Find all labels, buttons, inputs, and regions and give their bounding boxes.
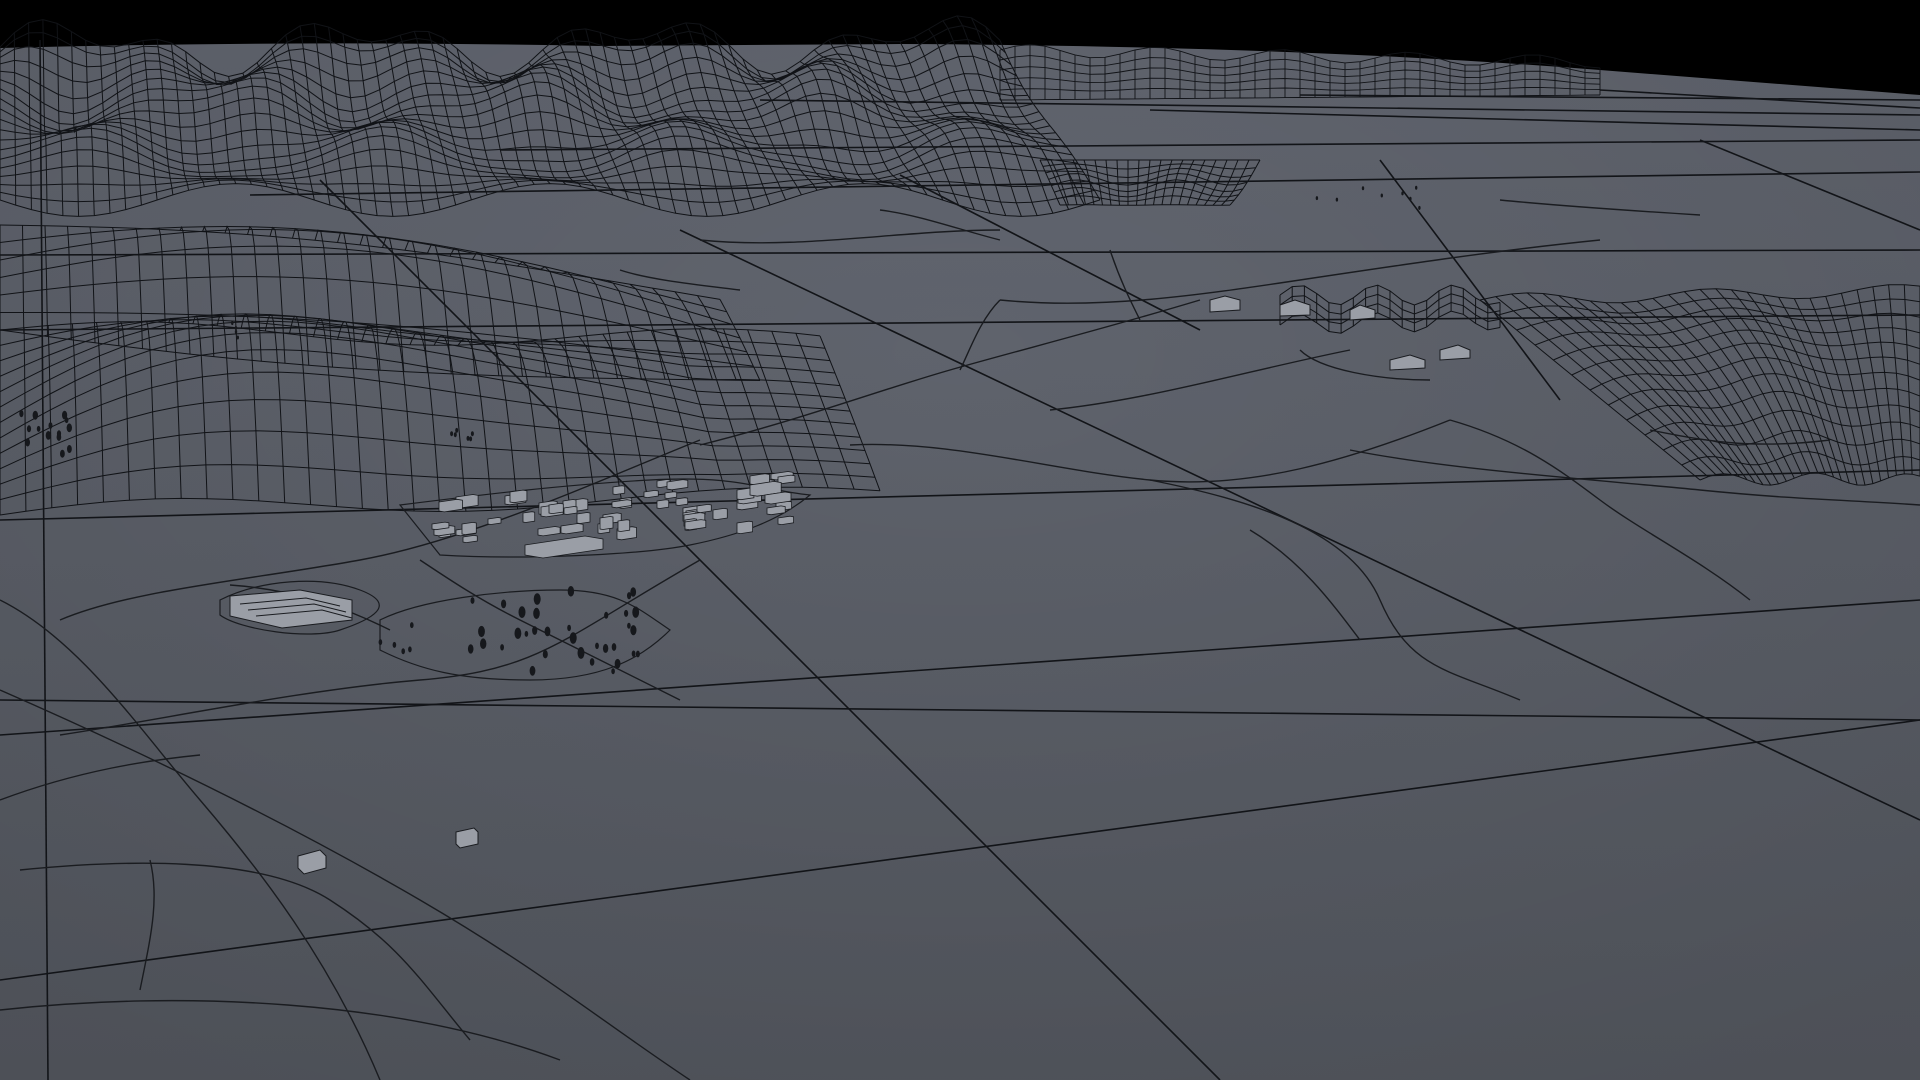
tree — [1380, 193, 1384, 198]
tree — [589, 658, 595, 666]
tree — [466, 435, 470, 441]
render-viewport — [0, 0, 1920, 1080]
tree — [500, 644, 504, 651]
tree — [19, 410, 24, 418]
tree — [234, 329, 238, 334]
tree — [45, 431, 52, 440]
village-building — [684, 519, 707, 531]
tree — [455, 427, 459, 433]
tree — [632, 606, 640, 618]
village-building — [736, 520, 753, 535]
village-building — [576, 512, 591, 524]
tree — [231, 321, 234, 326]
tree — [604, 611, 609, 619]
village-building — [712, 507, 728, 521]
tree — [470, 597, 475, 604]
village-building — [643, 489, 659, 499]
village-building — [675, 497, 689, 506]
village-building — [509, 489, 528, 504]
tree — [524, 630, 529, 637]
tree — [26, 425, 32, 433]
tree — [533, 607, 540, 620]
village-building — [487, 517, 502, 525]
village-building — [563, 506, 578, 515]
tree — [514, 627, 522, 639]
tree — [1335, 197, 1339, 202]
village-building — [696, 503, 712, 514]
tree — [614, 658, 621, 669]
village-building — [438, 498, 463, 513]
tree — [567, 586, 575, 597]
tree — [62, 410, 68, 420]
tree — [529, 665, 536, 676]
tree — [67, 445, 72, 453]
tree — [56, 433, 62, 441]
tree — [595, 642, 599, 649]
tree — [401, 648, 406, 655]
tree — [542, 650, 548, 659]
tree — [236, 335, 239, 340]
tree — [501, 599, 507, 609]
tree — [60, 449, 65, 458]
tree — [32, 410, 38, 420]
tree — [532, 626, 538, 635]
tree — [408, 646, 412, 653]
tree — [480, 638, 487, 649]
tree — [635, 650, 640, 658]
village-building — [461, 521, 477, 536]
tree — [48, 422, 53, 429]
tree — [611, 668, 615, 675]
village-building — [664, 491, 678, 499]
tree — [378, 639, 383, 646]
tree — [450, 431, 454, 437]
village-building — [666, 479, 689, 491]
village-building — [431, 521, 450, 531]
tree — [469, 436, 473, 442]
tree — [627, 592, 632, 600]
tree — [467, 644, 474, 654]
tree — [567, 624, 571, 632]
village-building — [777, 515, 794, 526]
tree — [1415, 185, 1418, 190]
tree — [1361, 186, 1365, 191]
tree — [624, 609, 629, 617]
tree — [544, 626, 551, 637]
terrain-scene — [0, 0, 1920, 1080]
tree — [410, 622, 414, 629]
tree — [36, 425, 41, 432]
tree — [627, 622, 631, 629]
village-building — [612, 485, 626, 495]
tree — [1418, 205, 1421, 210]
tree — [533, 593, 541, 605]
tree — [1315, 196, 1319, 201]
village-building — [548, 502, 564, 515]
village-building — [522, 511, 536, 523]
village-building — [766, 505, 786, 516]
ground-shade — [0, 40, 1920, 1080]
village-building — [656, 499, 670, 509]
tree — [453, 432, 457, 438]
tree — [1401, 191, 1404, 196]
tree — [577, 647, 585, 659]
tree — [569, 632, 577, 644]
village-building — [599, 516, 614, 530]
tree — [234, 326, 238, 330]
tree — [66, 423, 73, 433]
tree — [611, 643, 617, 651]
village-building — [617, 519, 631, 532]
tree — [470, 431, 474, 437]
tree — [630, 625, 637, 636]
tree — [518, 606, 526, 618]
village-building — [462, 534, 478, 544]
tree — [392, 641, 397, 648]
tree — [631, 650, 636, 657]
tree — [602, 643, 609, 653]
tree — [25, 438, 30, 447]
tree — [1409, 196, 1412, 201]
tree — [478, 625, 485, 638]
